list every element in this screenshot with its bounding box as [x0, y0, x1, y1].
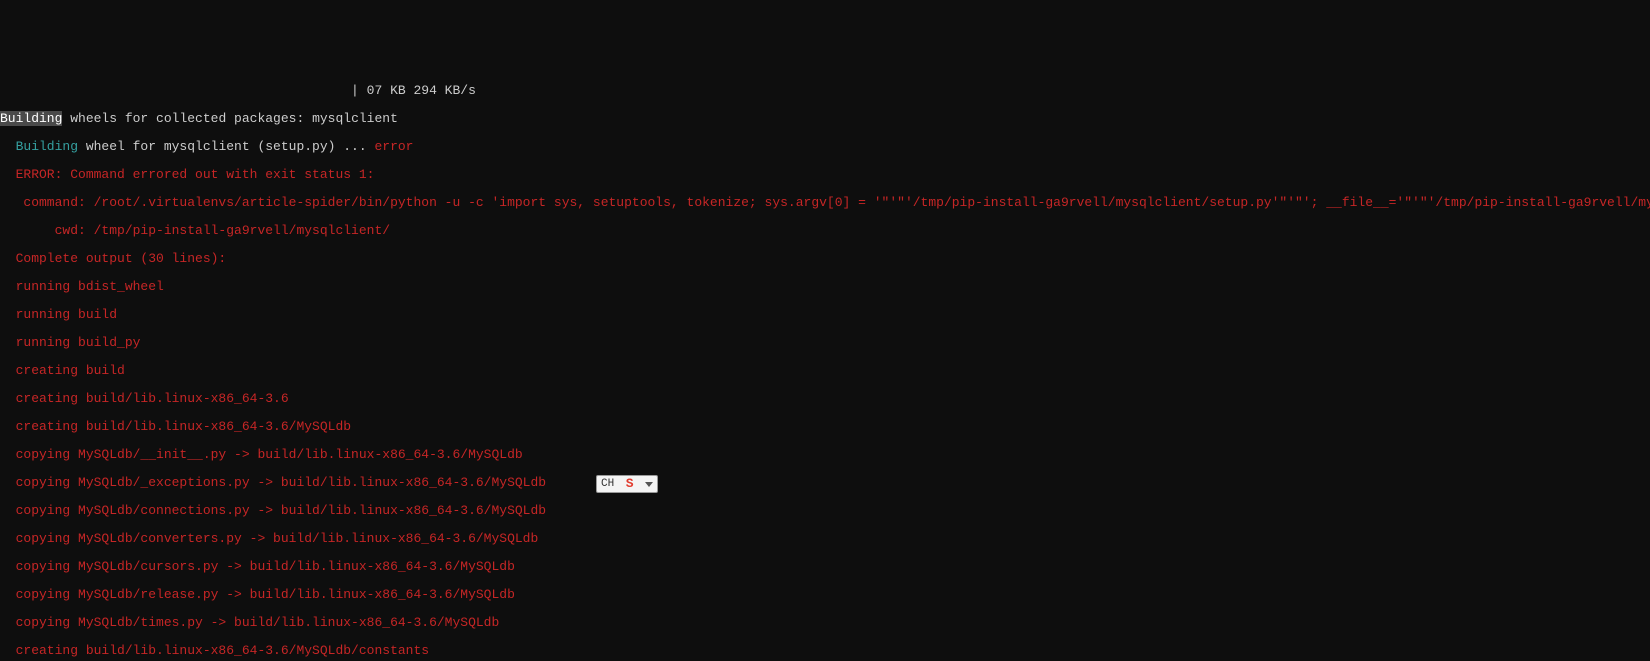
- text: copying MySQLdb/converters.py -> build/l…: [0, 531, 538, 546]
- text: wheel for mysqlclient (setup.py) ...: [78, 139, 374, 154]
- terminal-output[interactable]: | 07 KB 294 KB/s Building wheels for col…: [0, 70, 1650, 661]
- text: copying MySQLdb/__init__.py -> build/lib…: [0, 447, 523, 462]
- text: | 07 KB 294 KB/s: [0, 83, 476, 98]
- text: error: [374, 139, 413, 154]
- terminal-line: copying MySQLdb/connections.py -> build/…: [0, 504, 1650, 518]
- text: Complete output (30 lines):: [0, 251, 226, 266]
- terminal-line: creating build/lib.linux-x86_64-3.6: [0, 392, 1650, 406]
- text: cwd: /tmp/pip-install-ga9rvell/mysqlclie…: [0, 223, 390, 238]
- text: creating build/lib.linux-x86_64-3.6/MySQ…: [0, 643, 429, 658]
- text: running bdist_wheel: [0, 279, 164, 294]
- terminal-line: copying MySQLdb/__init__.py -> build/lib…: [0, 448, 1650, 462]
- terminal-line: creating build/lib.linux-x86_64-3.6/MySQ…: [0, 644, 1650, 658]
- terminal-line: Building wheel for mysqlclient (setup.py…: [0, 140, 1650, 154]
- ime-lang-label: CH: [601, 477, 614, 491]
- terminal-line: copying MySQLdb/release.py -> build/lib.…: [0, 588, 1650, 602]
- chevron-down-icon: [645, 482, 653, 487]
- terminal-line: copying MySQLdb/times.py -> build/lib.li…: [0, 616, 1650, 630]
- terminal-line: cwd: /tmp/pip-install-ga9rvell/mysqlclie…: [0, 224, 1650, 238]
- text: command: /root/.virtualenvs/article-spid…: [0, 195, 1650, 210]
- terminal-line: Building wheels for collected packages: …: [0, 112, 1650, 126]
- terminal-line: running bdist_wheel: [0, 280, 1650, 294]
- text: copying MySQLdb/times.py -> build/lib.li…: [0, 615, 499, 630]
- terminal-line: Complete output (30 lines):: [0, 252, 1650, 266]
- selected-text: Building: [0, 111, 62, 126]
- text: running build: [0, 307, 117, 322]
- terminal-line: copying MySQLdb/_exceptions.py -> build/…: [0, 476, 1650, 490]
- terminal-line: command: /root/.virtualenvs/article-spid…: [0, 196, 1650, 210]
- text: Building: [0, 139, 78, 154]
- terminal-line: ERROR: Command errored out with exit sta…: [0, 168, 1650, 182]
- terminal-line: running build: [0, 308, 1650, 322]
- terminal-line: running build_py: [0, 336, 1650, 350]
- ime-logo-icon: S: [626, 477, 634, 491]
- text: copying MySQLdb/cursors.py -> build/lib.…: [0, 559, 515, 574]
- text: creating build/lib.linux-x86_64-3.6/MySQ…: [0, 419, 351, 434]
- text: running build_py: [0, 335, 140, 350]
- terminal-line: creating build/lib.linux-x86_64-3.6/MySQ…: [0, 420, 1650, 434]
- terminal-line: creating build: [0, 364, 1650, 378]
- text: ERROR: Command errored out with exit sta…: [0, 167, 374, 182]
- text: wheels for collected packages: mysqlclie…: [62, 111, 397, 126]
- ime-indicator[interactable]: CH S: [596, 475, 658, 493]
- text: creating build/lib.linux-x86_64-3.6: [0, 391, 289, 406]
- text: copying MySQLdb/_exceptions.py -> build/…: [0, 475, 546, 490]
- terminal-line: | 07 KB 294 KB/s: [0, 84, 1650, 98]
- terminal-line: copying MySQLdb/cursors.py -> build/lib.…: [0, 560, 1650, 574]
- text: creating build: [0, 363, 125, 378]
- terminal-line: copying MySQLdb/converters.py -> build/l…: [0, 532, 1650, 546]
- text: copying MySQLdb/release.py -> build/lib.…: [0, 587, 515, 602]
- text: copying MySQLdb/connections.py -> build/…: [0, 503, 546, 518]
